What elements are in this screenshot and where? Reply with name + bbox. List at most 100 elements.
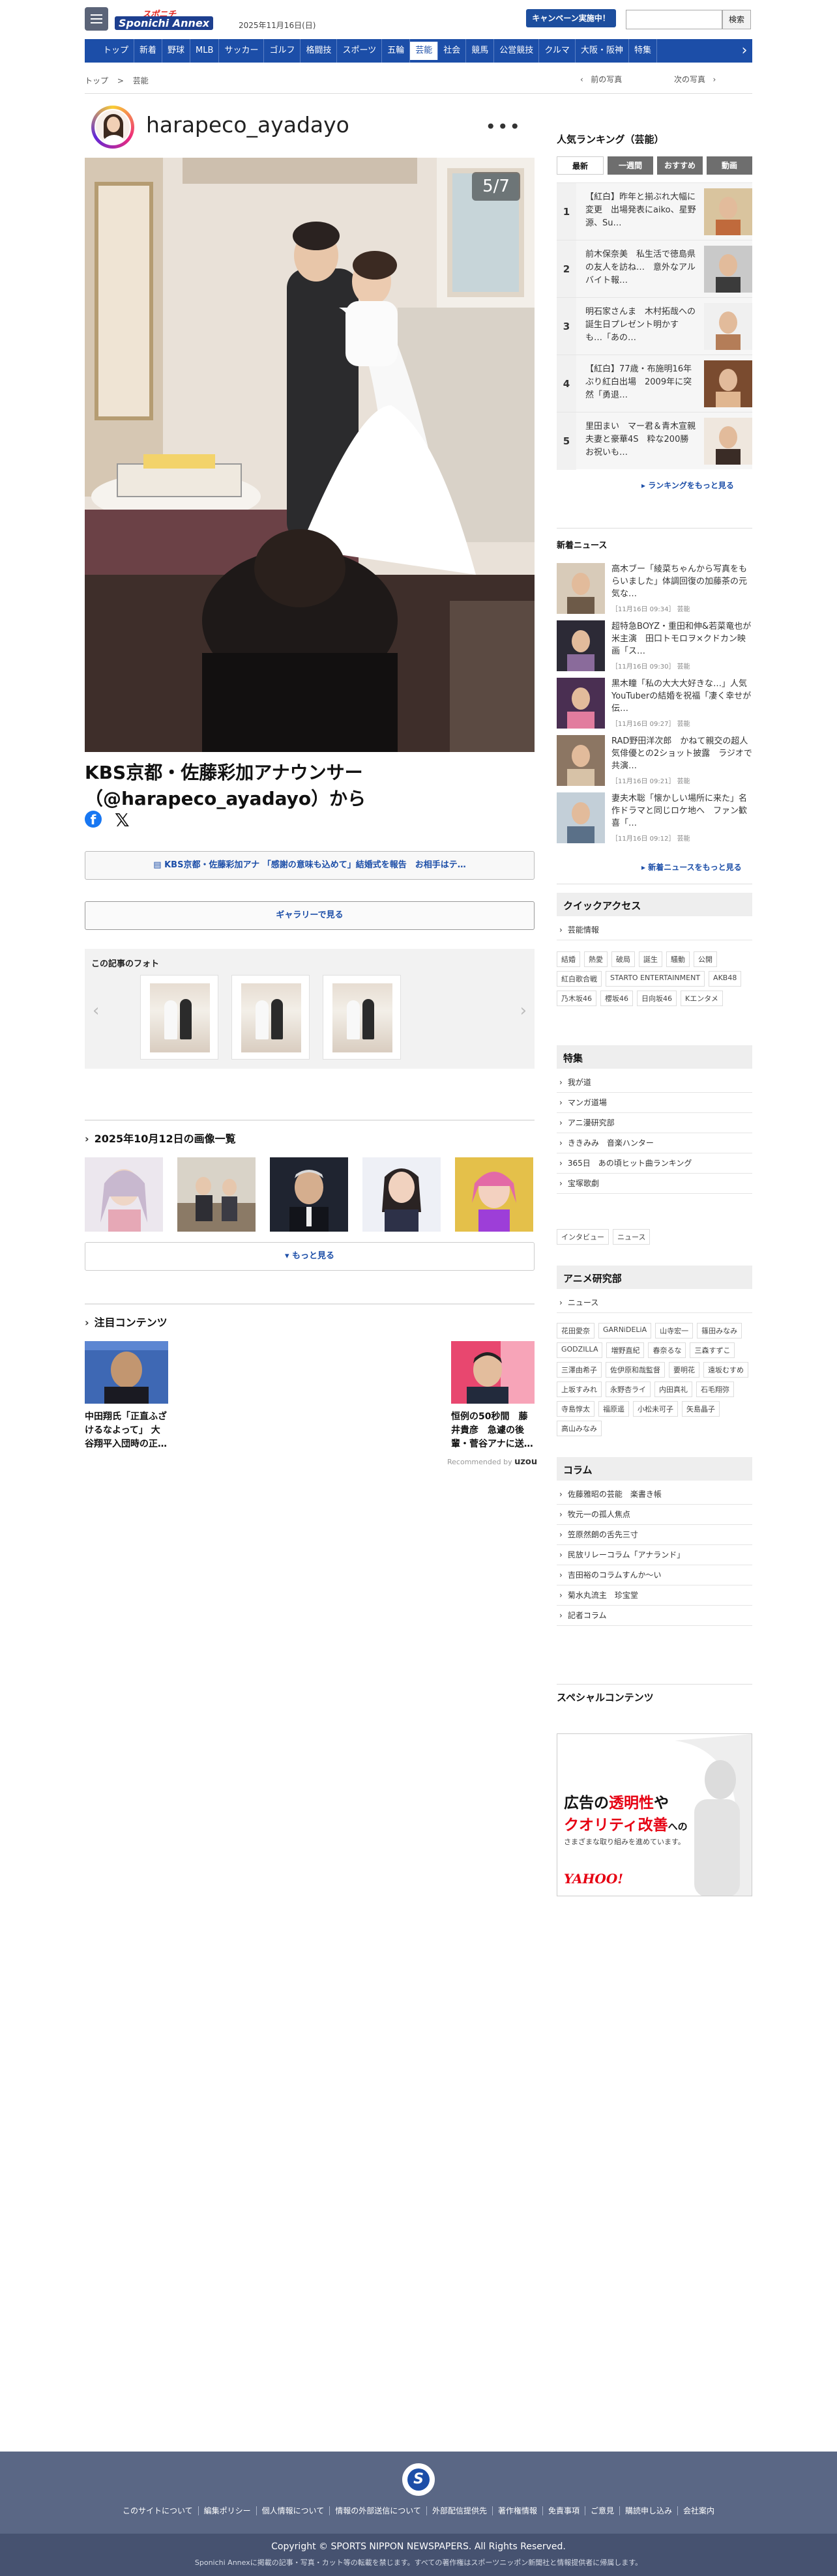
tag-link[interactable]: 高山みなみ [557, 1421, 602, 1436]
featured-card[interactable]: 恒例の50秒間 藤井貴彦 急遽の後輩・菅谷アナに送… [451, 1341, 535, 1451]
nav-scroll-right-icon[interactable]: › [737, 39, 752, 63]
advertisement[interactable]: 広告の透明性や クオリティ改善への さまざまな取り組みを進めています。 YAHO… [557, 1733, 752, 1896]
tag-link[interactable]: 日向坂46 [637, 991, 677, 1006]
instagram-username[interactable]: harapeco_ayadayo [146, 112, 349, 137]
tag-link[interactable]: 増野直紀 [606, 1342, 645, 1358]
nav-item[interactable]: サッカー [219, 39, 265, 63]
tag-link[interactable]: 破局 [611, 951, 635, 967]
tag-link[interactable]: 熱愛 [584, 951, 608, 967]
tag-link[interactable]: 福原遥 [598, 1401, 629, 1417]
footer-logo-icon[interactable]: S [402, 2463, 435, 2496]
ranking-item[interactable]: 2 前木保奈美 私生活で徳島県の友人を訪ね… 意外なアルバイト報… [557, 240, 752, 298]
tag-link[interactable]: 乃木坂46 [557, 991, 596, 1006]
tab-latest[interactable]: 最新 [557, 156, 604, 175]
tag-link[interactable]: 公開 [694, 951, 717, 967]
special-item[interactable]: 我が道 [557, 1073, 752, 1093]
tag-link[interactable]: GARNiDELiA [598, 1323, 652, 1339]
breadcrumb-current[interactable]: 芸能 [133, 76, 149, 85]
tag-link[interactable]: 石毛翔弥 [696, 1382, 734, 1397]
column-item[interactable]: 記者コラム [557, 1606, 752, 1626]
gallery-button[interactable]: ギャラリーで見る [85, 901, 535, 930]
ranking-item[interactable]: 4 【紅白】77歳・布施明16年ぶり紅白出場 2009年に突然「勇退… [557, 355, 752, 412]
tag-link[interactable]: 要明花 [669, 1362, 699, 1378]
tab-recommended[interactable]: おすすめ [657, 156, 703, 175]
tag-link[interactable]: 篠田みなみ [697, 1323, 742, 1339]
image-list-item[interactable] [455, 1157, 533, 1232]
news-item[interactable]: 超特急BOYZ・重田和伸&若菜竜也が米主演 田口トモロヲ×クドカン映画「ス… ［1… [557, 620, 752, 676]
campaign-button[interactable]: キャンペーン実施中！ [526, 9, 616, 27]
footer-link[interactable]: 会社案内 [677, 2506, 720, 2515]
tab-weekly[interactable]: 一週間 [608, 156, 653, 175]
ranking-more-link[interactable]: ランキングをもっと見る [641, 480, 734, 491]
tag-link[interactable]: 矢島晶子 [682, 1401, 720, 1417]
ranking-item[interactable]: 1 【紅白】昨年と揃ぶれ大幅に変更 出場発表にaiko、星野源、Su… [557, 182, 752, 240]
footer-link[interactable]: 編集ポリシー [198, 2506, 256, 2515]
footer-link[interactable]: このサイトについて [117, 2506, 198, 2515]
image-list-item[interactable] [362, 1157, 441, 1232]
nav-item[interactable]: 新着 [134, 39, 163, 63]
tag-link[interactable]: 遠坂むすめ [703, 1362, 748, 1378]
chevron-right-icon[interactable]: › [520, 1001, 527, 1020]
tag-link[interactable]: ニュース [613, 1229, 651, 1245]
image-list-item[interactable] [177, 1157, 256, 1232]
nav-item[interactable]: 社会 [438, 39, 467, 63]
tag-link[interactable]: 三澤由希子 [557, 1362, 602, 1378]
tag-link[interactable]: 花田愛奈 [557, 1323, 595, 1339]
tag-link[interactable]: 上坂すみれ [557, 1382, 602, 1397]
search-input[interactable] [626, 10, 722, 29]
news-item[interactable]: 妻夫木聡「懐かしい場所に来た」名作ドラマと同じロケ地へ ファン歓喜「… ［11月1… [557, 792, 752, 848]
chevron-left-icon[interactable]: ‹ [93, 1001, 99, 1020]
footer-link[interactable]: 情報の外部送信について [329, 2506, 426, 2515]
main-photo[interactable]: 5/7 [85, 158, 535, 752]
special-item[interactable]: ききみみ 音楽ハンター [557, 1133, 752, 1153]
special-item[interactable]: 365日 あの頃ヒット曲ランキング [557, 1153, 752, 1174]
footer-link[interactable]: 購読申し込み [619, 2506, 678, 2515]
quick-access-item[interactable]: 芸能情報 [557, 920, 752, 940]
site-logo[interactable]: スポニチ Sponichi Annex [115, 7, 226, 31]
tag-link[interactable]: Kエンタメ [681, 991, 723, 1006]
nav-item[interactable]: 五輪 [382, 39, 411, 63]
photo-thumbnail[interactable] [231, 975, 310, 1060]
column-item[interactable]: 民放リレーコラム「アナランド」 [557, 1545, 752, 1565]
tag-link[interactable]: 櫻坂46 [600, 991, 633, 1006]
nav-item[interactable]: 大阪・阪神 [576, 39, 629, 63]
tag-link[interactable]: 春奈るな [648, 1342, 686, 1358]
more-images-button[interactable]: ▾ もっと見る [85, 1242, 535, 1271]
footer-link[interactable]: ご意見 [584, 2506, 619, 2515]
image-list-item[interactable] [270, 1157, 348, 1232]
featured-card[interactable]: 中田翔氏「正直ふざけるなよって」 大谷翔平入団時の正… [85, 1341, 168, 1451]
tag-link[interactable]: STARTO ENTERTAINMENT [606, 971, 705, 987]
prev-photo-link[interactable]: ‹ 前の写真 [580, 74, 622, 85]
special-item[interactable]: アニ漫研究部 [557, 1113, 752, 1133]
special-item[interactable]: マンガ道場 [557, 1093, 752, 1113]
tag-link[interactable]: 山寺宏一 [655, 1323, 694, 1339]
nav-item[interactable]: 競馬 [466, 39, 495, 63]
tag-link[interactable]: GODZILLA [557, 1342, 603, 1358]
x-share-icon[interactable]: 𝕏 [115, 809, 130, 831]
recommended-by[interactable]: Recommended by uzou [447, 1457, 537, 1467]
footer-link[interactable]: 個人情報について [256, 2506, 330, 2515]
column-item[interactable]: 吉田裕のコラムすんか〜い [557, 1565, 752, 1585]
image-list-item[interactable] [85, 1157, 163, 1232]
nav-item[interactable]: 芸能 [410, 42, 439, 60]
footer-link[interactable]: 免責事項 [542, 2506, 585, 2515]
footer-link[interactable]: 著作権情報 [492, 2506, 542, 2515]
breadcrumb-home[interactable]: トップ [85, 76, 108, 85]
news-item[interactable]: RAD野田洋次郎 かねて親交の超人気俳優との2ショット披露 ラジオで共演… ［11… [557, 735, 752, 791]
tag-link[interactable]: 佐伊原和哉監督 [606, 1362, 665, 1378]
photo-thumbnail[interactable] [140, 975, 218, 1060]
facebook-share-icon[interactable]: f [85, 811, 102, 828]
tag-link[interactable]: 三森すずこ [690, 1342, 735, 1358]
anime-item[interactable]: ニュース [557, 1293, 752, 1313]
tag-link[interactable]: AKB48 [709, 971, 742, 987]
tag-link[interactable]: 寺島惇太 [557, 1401, 595, 1417]
nav-item[interactable]: 公営競技 [494, 39, 540, 63]
nav-item[interactable]: MLB [190, 39, 220, 63]
footer-link[interactable]: 外部配信提供先 [426, 2506, 492, 2515]
nav-item[interactable]: クルマ [539, 39, 576, 63]
tag-link[interactable]: 騒動 [666, 951, 690, 967]
nav-item[interactable]: ゴルフ [264, 39, 301, 63]
nav-item[interactable]: 特集 [629, 39, 657, 63]
ranking-item[interactable]: 3 明石家さんま 木村拓哉への誕生日プレゼント明かす も…「あの… [557, 297, 752, 355]
nav-item[interactable]: 野球 [162, 39, 191, 63]
